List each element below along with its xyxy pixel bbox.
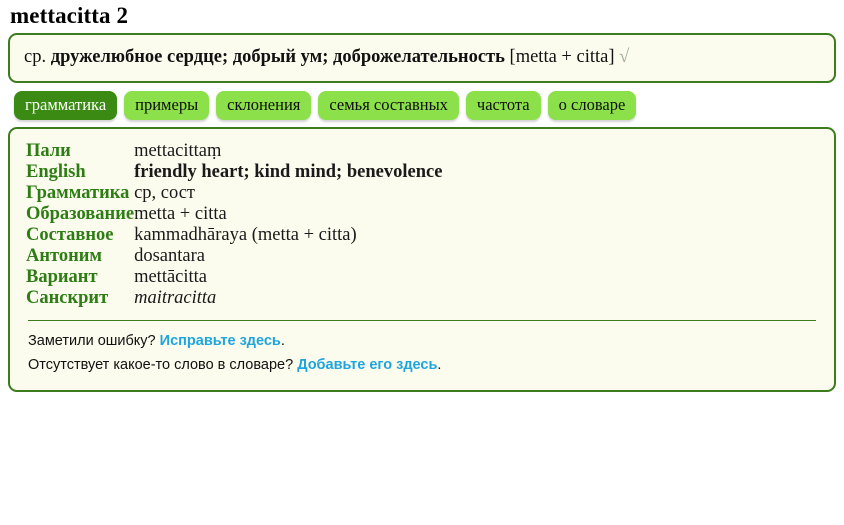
row-value-variant: mettācitta (134, 267, 208, 288)
radical-icon: √ (619, 47, 630, 67)
row-label-pali: Пали (26, 141, 71, 162)
footer-line-error: Заметили ошибку? Исправьте здесь. (28, 330, 816, 354)
row-label-formation: Образование (26, 204, 135, 225)
row-label-sanskrit: Санскрит (26, 288, 109, 309)
fix-here-link[interactable]: Исправьте здесь (160, 333, 281, 349)
row-label-variant: Вариант (26, 267, 98, 288)
table-row: Грамматика ср, сост (26, 183, 818, 204)
tab-about-dictionary[interactable]: о словаре (547, 90, 637, 121)
row-label-english: English (26, 162, 86, 183)
table-row: Антоним dosantara (26, 246, 818, 267)
detail-table: Пали mettacittaṃ English friendly heart;… (26, 141, 818, 309)
row-label-grammar: Грамматика (26, 183, 130, 204)
row-value-english: friendly heart; kind mind; benevolence (134, 162, 443, 183)
tab-examples[interactable]: примеры (124, 90, 210, 121)
summary-box: ср. дружелюбное сердце; добрый ум; добро… (8, 33, 836, 83)
tab-frequency[interactable]: частота (465, 90, 541, 121)
tab-bar: грамматика примеры склонения семья соста… (8, 83, 836, 128)
summary-prefix: ср. (24, 47, 51, 67)
tab-declensions[interactable]: склонения (216, 90, 312, 121)
row-value-compound: kammadhāraya (metta + citta) (134, 225, 357, 246)
table-row: Санскрит maitracitta (26, 288, 818, 309)
add-word-link[interactable]: Добавьте его здесь (297, 357, 437, 373)
dictionary-entry-page: mettacitta 2 ср. дружелюбное сердце; доб… (0, 0, 844, 525)
tab-grammar[interactable]: грамматика (14, 90, 118, 121)
row-value-formation: metta + citta (134, 204, 227, 225)
row-value-sanskrit: maitracitta (134, 288, 217, 309)
table-row: Составное kammadhāraya (metta + citta) (26, 225, 818, 246)
footer-missing-text: Отсутствует какое-то слово в словаре? (28, 357, 298, 374)
summary-definition: дружелюбное сердце; добрый ум; доброжела… (50, 47, 505, 67)
footer-line-missing: Отсутствует какое-то слово в словаре? До… (28, 354, 816, 378)
summary-construction: [metta + citta] (504, 47, 620, 67)
table-row: Вариант mettācitta (26, 267, 818, 288)
footer-divider (28, 320, 816, 322)
row-label-compound: Составное (26, 225, 114, 246)
tab-compound-family[interactable]: семья составных (318, 90, 459, 121)
detail-panel: Пали mettacittaṃ English friendly heart;… (8, 127, 836, 393)
table-row: Пали mettacittaṃ (26, 141, 818, 162)
table-row: English friendly heart; kind mind; benev… (26, 162, 818, 183)
row-label-antonym: Антоним (26, 246, 103, 267)
footer-error-period: . (280, 333, 285, 350)
page-title: mettacitta 2 (10, 3, 129, 28)
row-value-grammar: ср, сост (134, 183, 196, 204)
footer-missing-period: . (437, 357, 442, 374)
row-value-antonym: dosantara (134, 246, 205, 267)
footer: Заметили ошибку? Исправьте здесь. Отсутс… (26, 330, 818, 380)
row-value-pali: mettacittaṃ (134, 141, 222, 162)
table-row: Образование metta + citta (26, 204, 818, 225)
footer-error-text: Заметили ошибку? (28, 333, 160, 350)
